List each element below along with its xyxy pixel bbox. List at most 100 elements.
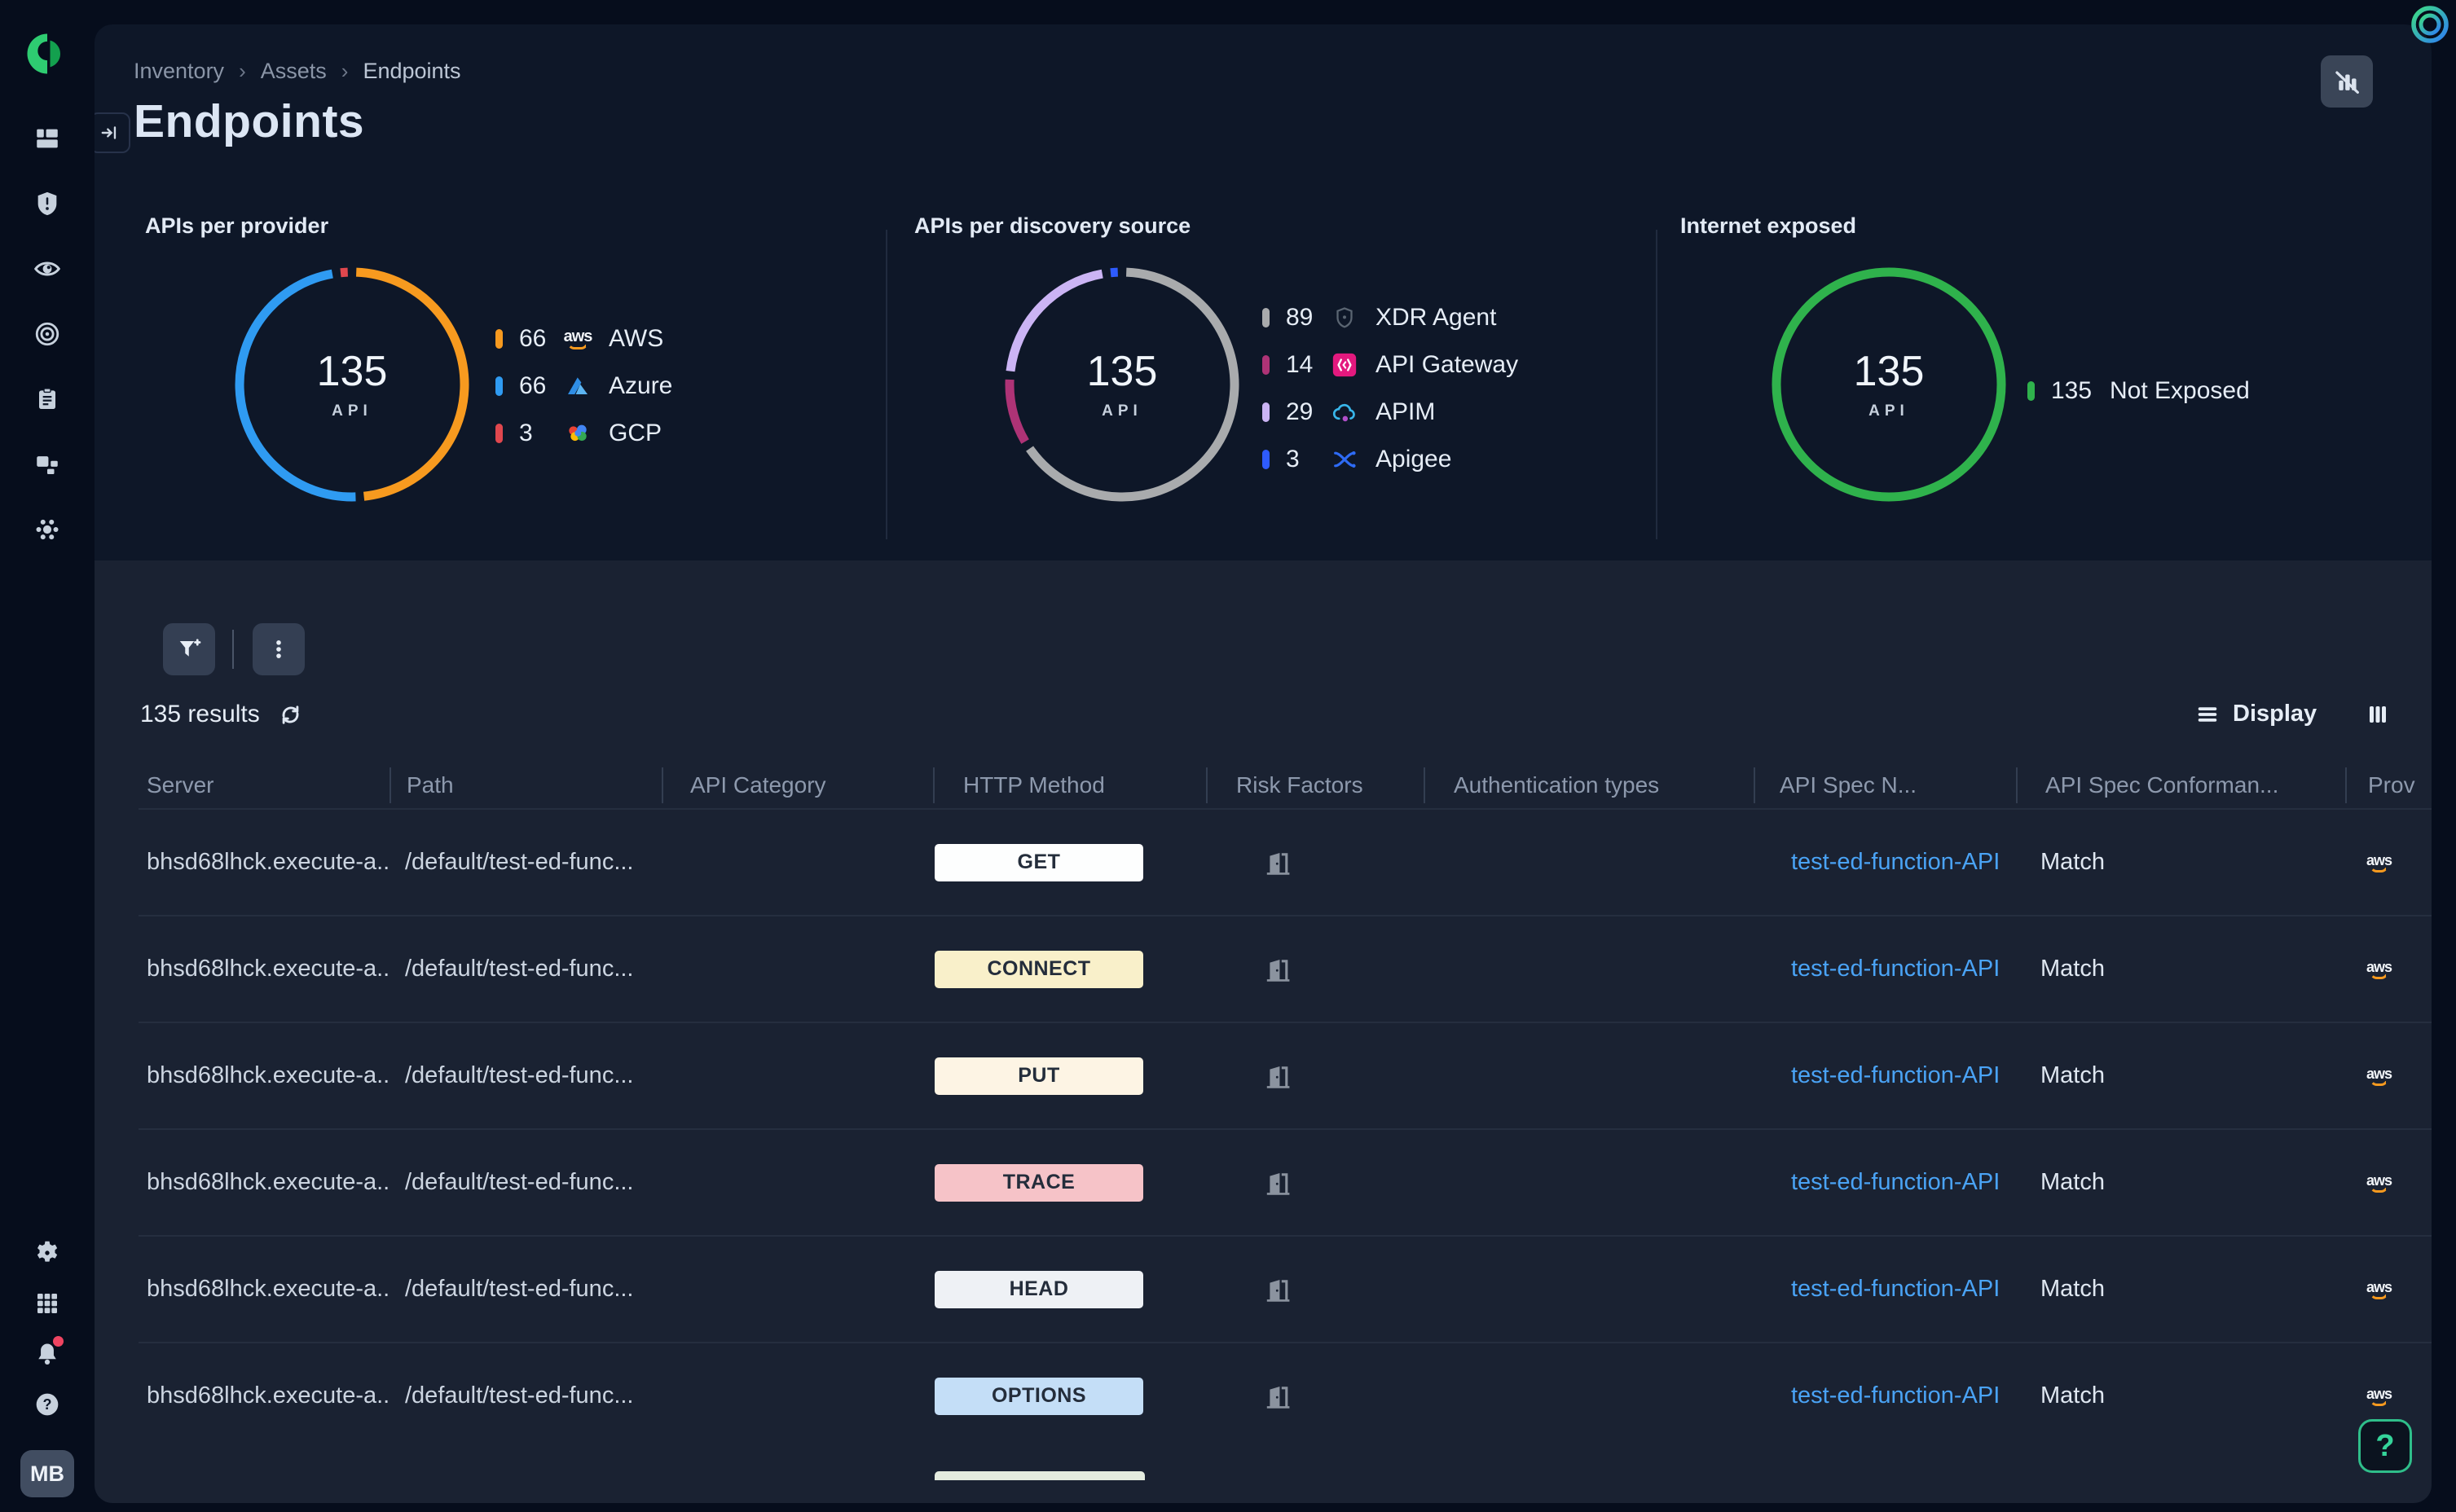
column-header-path[interactable]: Path	[390, 767, 662, 803]
legend-row: 3 GCP	[495, 415, 672, 451]
cell-risk-factors	[1206, 1275, 1424, 1304]
columns-icon[interactable]	[2366, 702, 2390, 727]
breadcrumb-item[interactable]: Assets	[261, 59, 327, 84]
aws-icon: aws	[564, 328, 592, 349]
assets-blocks-icon[interactable]	[33, 450, 62, 479]
help-circle-icon[interactable]: ?	[33, 1390, 62, 1419]
cell-http-method: TRACE	[933, 1164, 1206, 1202]
cell-risk-factors	[1206, 955, 1424, 984]
http-method-badge: HEAD	[935, 1271, 1143, 1308]
cell-risk-factors	[1206, 848, 1424, 877]
hide-charts-button[interactable]	[2321, 55, 2373, 108]
http-method-badge: TRACE	[935, 1164, 1143, 1202]
legend-label: XDR Agent	[1375, 304, 1496, 332]
sidebar-nav	[33, 124, 62, 544]
column-header-server[interactable]: Server	[139, 767, 390, 803]
breadcrumb-separator: ›	[239, 59, 246, 84]
cell-server: bhsd68lhck.execute-a...	[139, 849, 390, 876]
cell-server: bhsd68lhck.execute-a...	[139, 1276, 390, 1303]
table-row[interactable]: bhsd68lhck.execute-a.../default/test-ed-…	[139, 1342, 2432, 1448]
api-spec-link[interactable]: test-ed-function-API	[1791, 1382, 2000, 1409]
legend-row: 66Azure	[495, 368, 672, 404]
chart-divider	[1656, 230, 1657, 539]
shield-alert-icon[interactable]	[33, 189, 62, 218]
column-header-risk-factors[interactable]: Risk Factors	[1206, 767, 1424, 803]
aws-icon: aws	[561, 325, 594, 353]
legend-marker	[1262, 355, 1270, 375]
display-lines-icon	[2195, 702, 2220, 727]
refresh-icon[interactable]	[278, 702, 303, 727]
legend-value: 3	[1286, 446, 1328, 473]
breadcrumb: Inventory › Assets › Endpoints	[134, 59, 461, 84]
chart-title-providers: APIs per provider	[145, 213, 328, 239]
http-method-badge: GET	[935, 844, 1143, 881]
api-spec-link[interactable]: test-ed-function-API	[1791, 1276, 2000, 1303]
legend-row: 14API Gateway	[1262, 347, 1518, 383]
cell-api-spec-name: test-ed-function-API...	[1754, 1276, 2016, 1303]
brand-rings-icon	[2404, 2, 2456, 58]
column-header-prov[interactable]: Prov	[2345, 767, 2432, 803]
table-header: ServerPathAPI CategoryHTTP MethodRisk Fa…	[139, 766, 2432, 805]
apps-grid-icon[interactable]	[33, 1289, 62, 1318]
target-icon[interactable]	[33, 319, 62, 349]
column-header-api-category[interactable]: API Category	[662, 767, 933, 803]
donut-providers: 135 API	[230, 262, 474, 507]
api-spec-link[interactable]: test-ed-function-API	[1791, 956, 2000, 982]
more-actions-button[interactable]	[253, 623, 305, 675]
cortex-logo-icon[interactable]	[24, 31, 70, 77]
cluster-icon[interactable]	[33, 515, 62, 544]
column-header-api-spec-n[interactable]: API Spec N...	[1754, 767, 2016, 803]
legend-value: 89	[1286, 304, 1328, 332]
open-door-icon	[1263, 955, 1292, 984]
dashboard-icon[interactable]	[33, 124, 62, 153]
table-row[interactable]: bhsd68lhck.execute-a.../default/test-ed-…	[139, 808, 2432, 915]
notifications-bell-icon[interactable]	[33, 1339, 62, 1369]
aws-provider-icon: aws	[2366, 1387, 2392, 1406]
clipboard-icon[interactable]	[33, 385, 62, 414]
filter-add-button[interactable]	[163, 623, 215, 675]
page-title: Endpoints	[134, 94, 364, 148]
help-fab-button[interactable]: ?	[2358, 1419, 2412, 1473]
breadcrumb-item[interactable]: Endpoints	[363, 59, 460, 84]
legend-marker	[495, 424, 503, 443]
display-menu[interactable]: Display	[2195, 701, 2390, 727]
gcp-icon	[565, 420, 591, 446]
apim-cloud-icon	[1331, 398, 1358, 426]
table-row[interactable]: bhsd68lhck.execute-a.../default/test-ed-…	[139, 1022, 2432, 1128]
user-avatar[interactable]: MB	[20, 1450, 74, 1497]
legend-label: Not Exposed	[2110, 377, 2250, 405]
http-method-badge: OPTIONS	[935, 1378, 1143, 1415]
column-header-http-method[interactable]: HTTP Method	[933, 767, 1206, 803]
column-header-api-spec-conforman[interactable]: API Spec Conforman...	[2016, 767, 2345, 803]
cell-server: bhsd68lhck.execute-a...	[139, 956, 390, 982]
breadcrumb-item[interactable]: Inventory	[134, 59, 224, 84]
cell-http-method: OPTIONS	[933, 1378, 1206, 1415]
table-row[interactable]: bhsd68lhck.execute-a.../default/test-ed-…	[139, 1128, 2432, 1235]
table-row[interactable]: bhsd68lhck.execute-a.../default/test-ed-…	[139, 1235, 2432, 1342]
legend-label: GCP	[609, 420, 662, 447]
cell-path: /default/test-ed-func...	[390, 1062, 662, 1089]
results-count: 135 results	[140, 701, 260, 728]
legend-value: 29	[1286, 398, 1328, 426]
breadcrumb-separator: ›	[341, 59, 349, 84]
settings-gear-icon[interactable]	[33, 1238, 62, 1268]
eye-icon[interactable]	[33, 254, 62, 284]
cell-path: /default/test-ed-func...	[390, 1276, 662, 1303]
chart-title-exposed: Internet exposed	[1680, 213, 1856, 239]
cell-server: bhsd68lhck.execute-a...	[139, 1062, 390, 1089]
api-spec-link[interactable]: test-ed-function-API	[1791, 1169, 2000, 1196]
aws-provider-icon: aws	[2366, 1173, 2392, 1193]
cell-risk-factors	[1206, 1061, 1424, 1091]
api-spec-link[interactable]: test-ed-function-API	[1791, 1062, 2000, 1089]
legend-row: 3Apigee	[1262, 442, 1518, 477]
column-header-authentication-types[interactable]: Authentication types	[1424, 767, 1754, 803]
aws-provider-icon: aws	[2366, 853, 2392, 872]
collapse-sidebar-button[interactable]	[95, 112, 130, 153]
legend-value: 135	[2051, 377, 2093, 405]
legend-marker	[1262, 308, 1270, 327]
api-spec-link[interactable]: test-ed-function-API	[1791, 849, 2000, 876]
cell-http-method: PUT	[933, 1057, 1206, 1095]
table-row[interactable]: bhsd68lhck.execute-a.../default/test-ed-…	[139, 915, 2432, 1022]
cell-api-spec-name: test-ed-function-API...	[1754, 1382, 2016, 1409]
legend-value: 3	[519, 420, 561, 447]
